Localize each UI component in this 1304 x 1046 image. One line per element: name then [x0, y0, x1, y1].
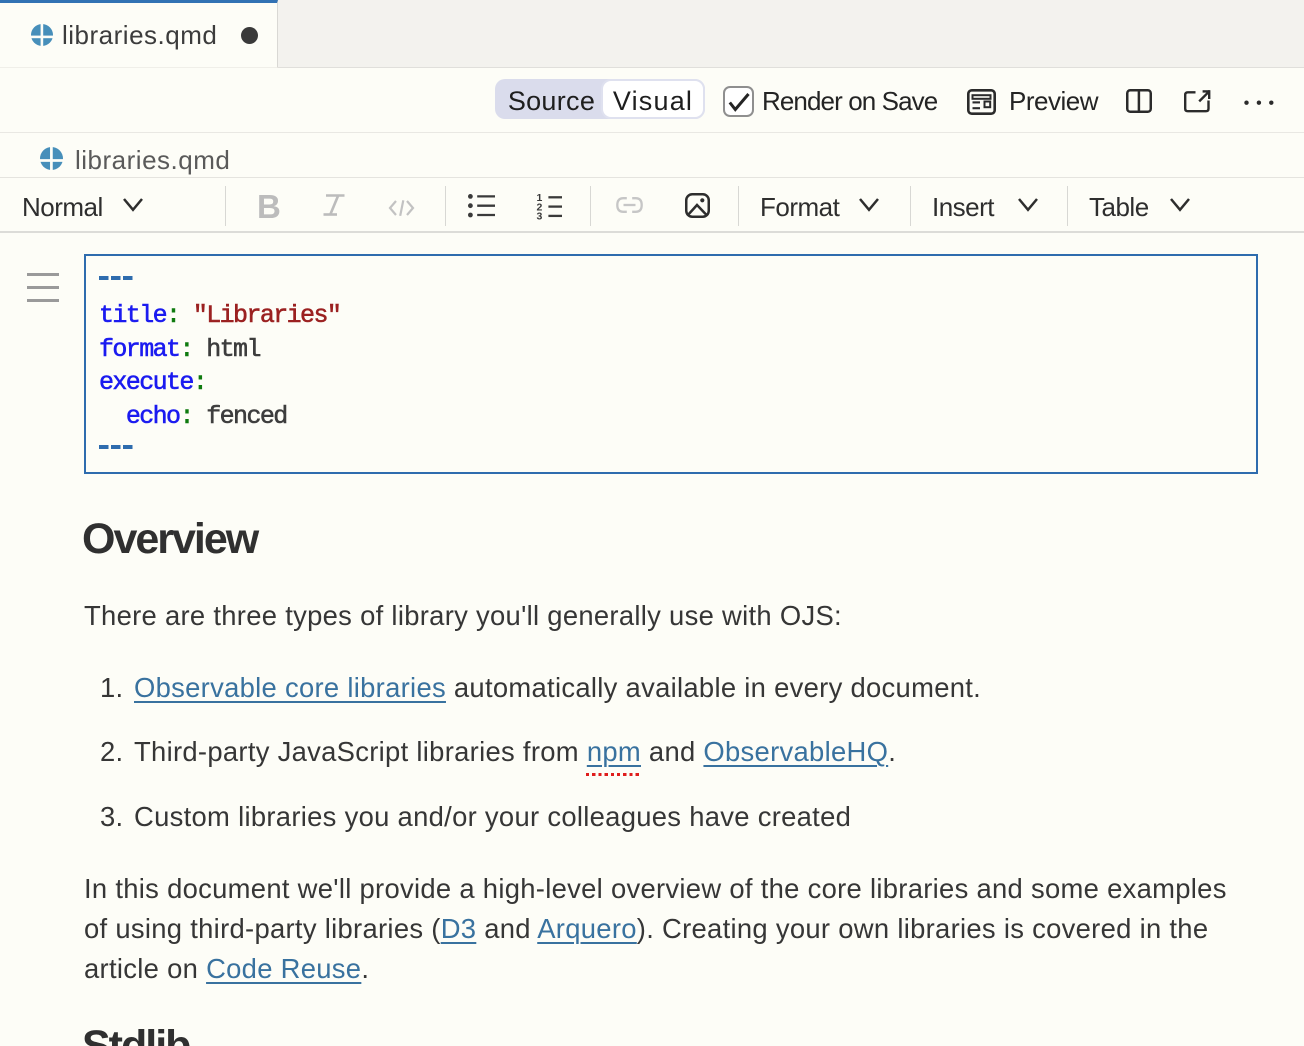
svg-text:3: 3: [537, 211, 543, 220]
